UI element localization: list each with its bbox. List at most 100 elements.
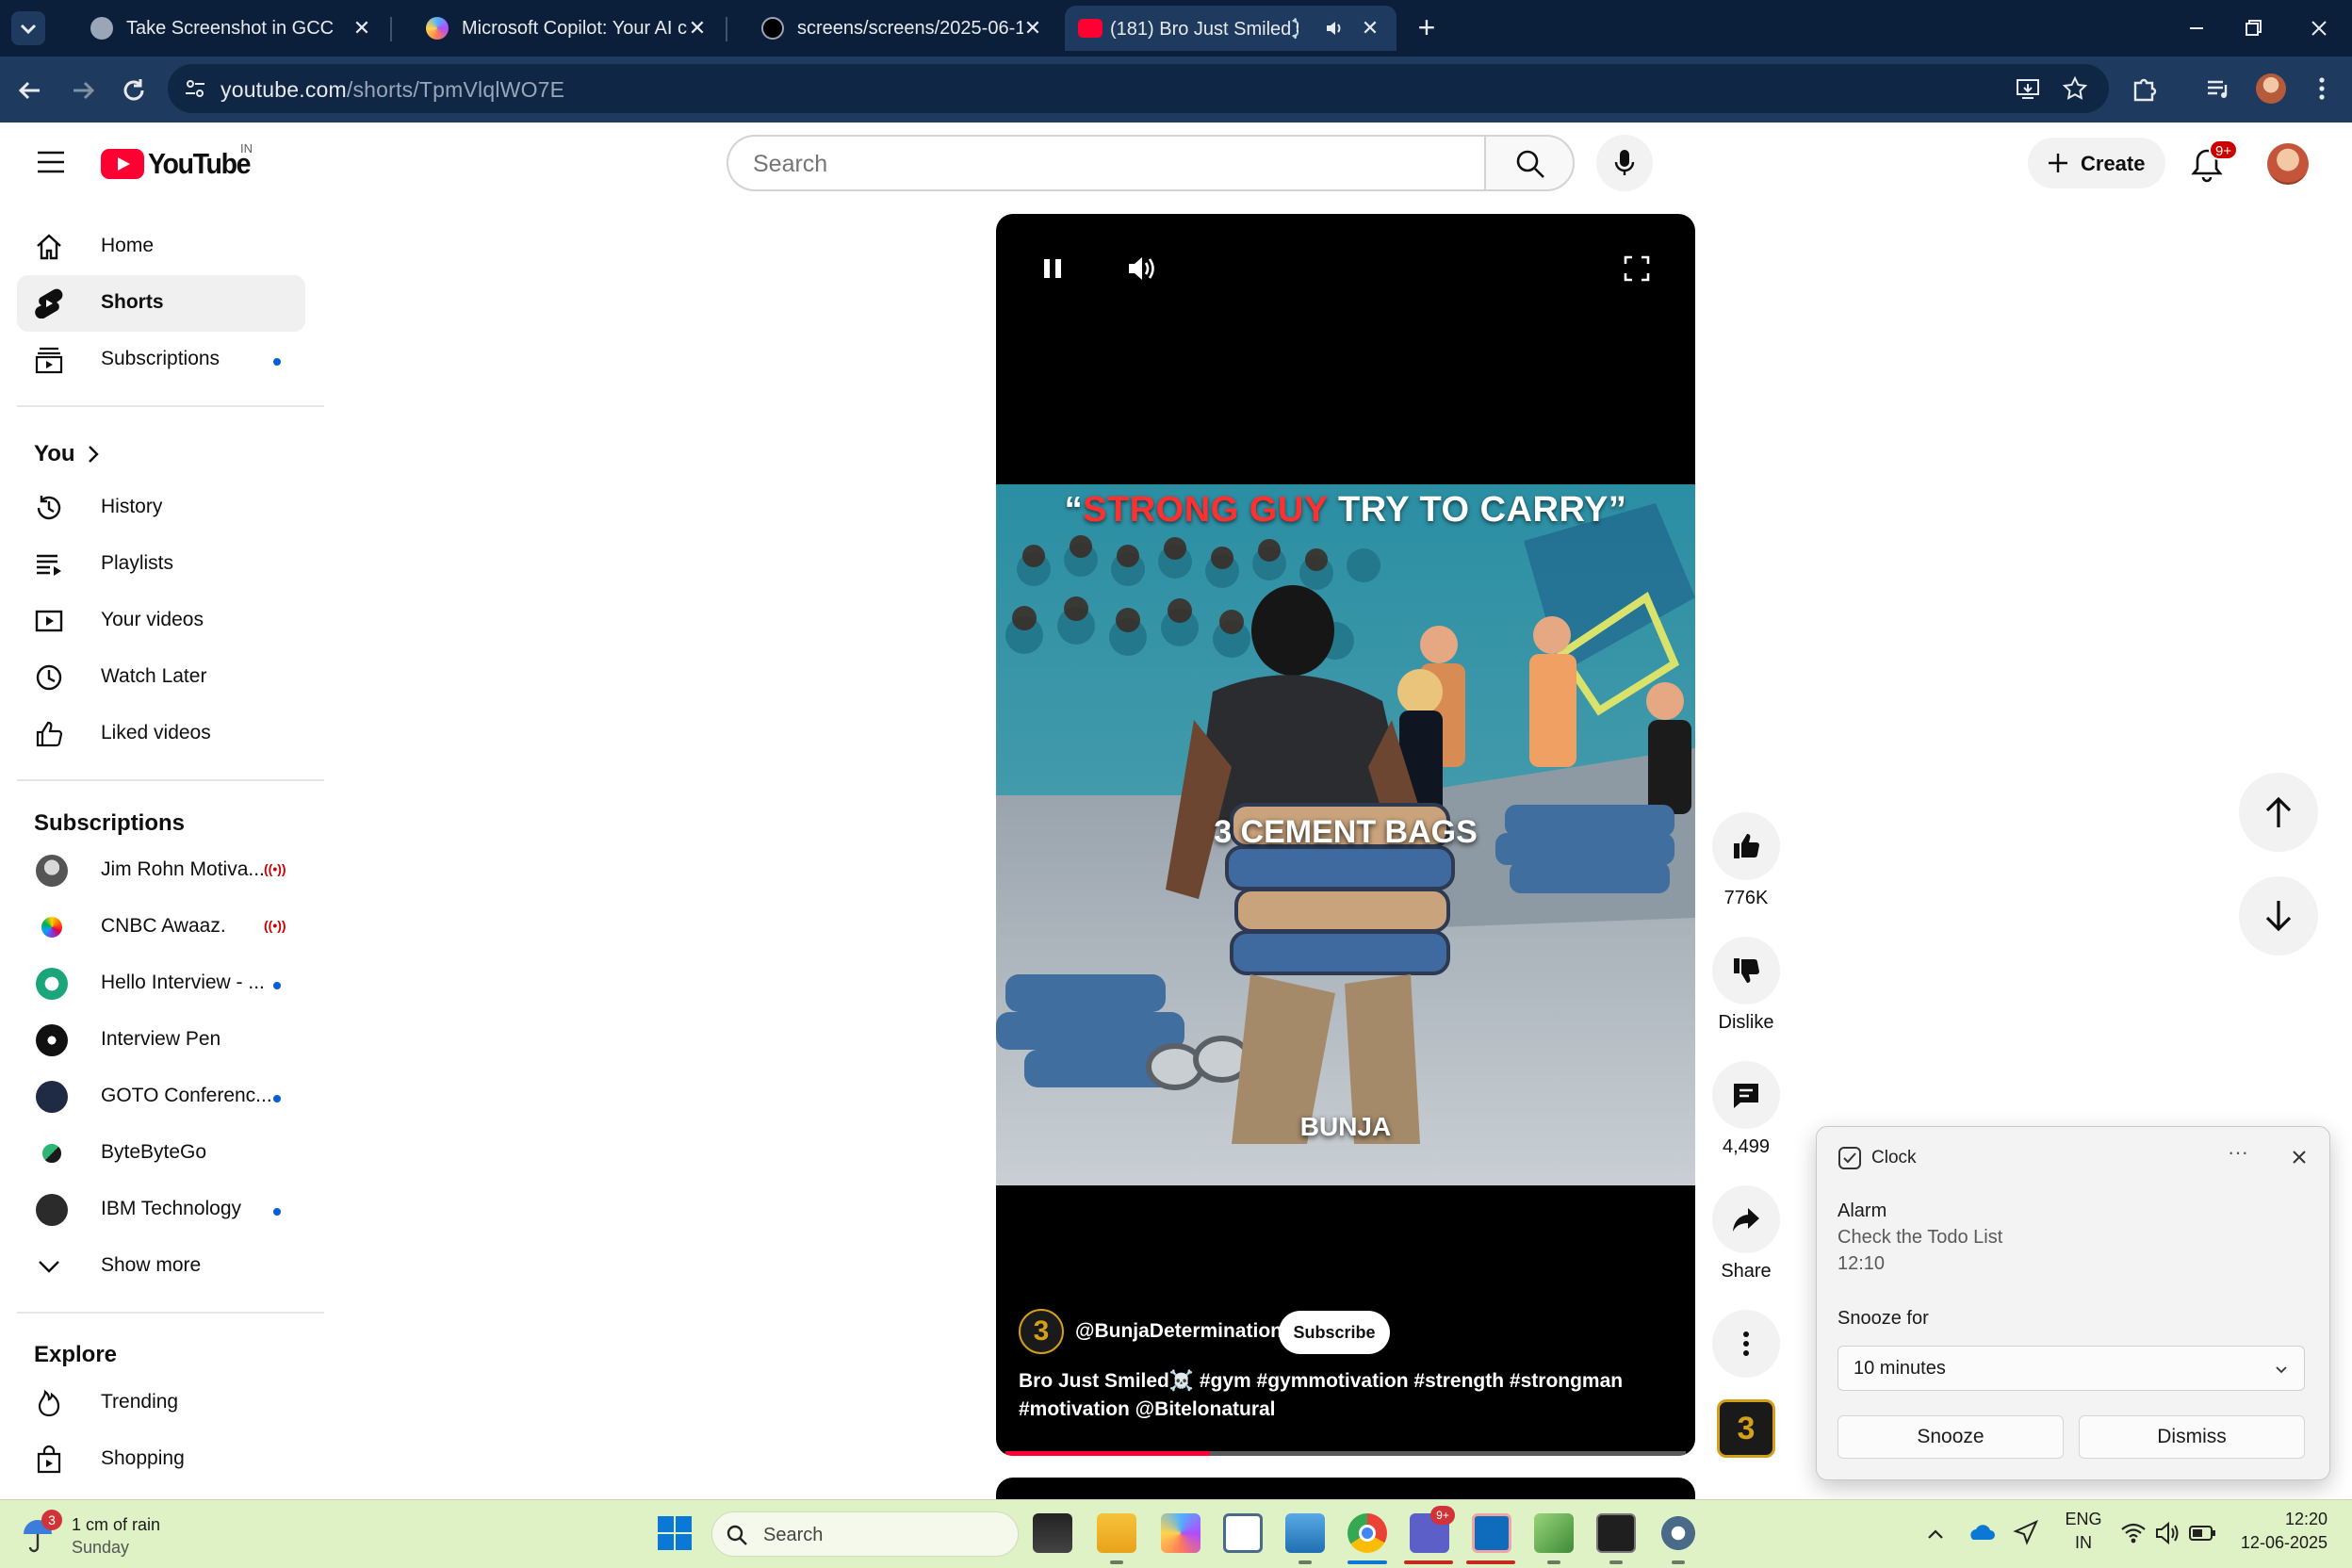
teams-icon[interactable]: 9+ [1410,1506,1455,1553]
install-app-icon[interactable] [2015,75,2041,102]
sidebar-item-watch-later[interactable]: Watch Later [17,649,305,706]
shorts-player[interactable]: “STRONG GUY TRY TO CARRY” 3 CEMENT BAGS … [996,214,1695,1456]
back-button[interactable] [13,74,47,107]
like-button[interactable] [1712,812,1780,880]
volume-icon[interactable] [1126,253,1158,284]
notifications-button[interactable]: 9+ [2186,139,2239,187]
clock[interactable]: 12:20 12-06-2025 [2224,1510,2328,1559]
sidebar-channel[interactable]: CNBC Awaaz. ((•)) [17,899,305,956]
window-app-icon[interactable] [1223,1513,1263,1553]
video-description[interactable]: Bro Just Smiled☠️ #gym #gymmotivation #s… [1019,1367,1669,1424]
sidebar-item-your-videos[interactable]: Your videos [17,593,305,649]
tab-close-icon[interactable]: ✕ [684,15,710,41]
sound-thumbnail[interactable]: 3 [1717,1399,1775,1458]
sidebar-item-playlists[interactable]: Playlists [17,536,305,593]
sidebar-item-history[interactable]: History [17,480,305,536]
sidebar-item-subscriptions[interactable]: Subscriptions [17,332,305,388]
tab-close-icon[interactable]: ✕ [1357,15,1383,41]
search-box[interactable] [727,135,1485,191]
extensions-icon[interactable] [2130,74,2160,104]
browser-tab[interactable]: Take Screenshot in GCC ✕ [57,6,388,51]
task-view-icon[interactable] [1033,1513,1072,1553]
alarm-notification[interactable]: Clock ··· Alarm Check the Todo List 12:1… [1816,1126,2330,1480]
youtube-logo[interactable]: YouTube IN [101,141,261,181]
weather-badge: 3 [41,1510,62,1530]
sidebar-item-liked-videos[interactable]: Liked videos [17,706,305,762]
dislike-button[interactable] [1712,937,1780,1004]
sidebar-channel[interactable]: Jim Rohn Motiva... ((•)) [17,842,305,899]
close-icon[interactable] [2290,1148,2309,1167]
more-actions-button[interactable] [1712,1310,1780,1378]
search-button[interactable] [1484,135,1575,191]
sidebar-item-home[interactable]: Home [17,219,305,275]
chrome-icon[interactable] [1348,1513,1387,1553]
show-more-button[interactable]: Show more [17,1238,305,1295]
browser-tab-active[interactable]: (181) Bro Just Smiled☠️ #g ✕ [1065,6,1396,51]
outlook-icon[interactable] [1472,1513,1511,1553]
hamburger-menu-icon[interactable] [34,147,68,177]
search-input[interactable] [751,150,1411,179]
tab-audio-icon[interactable] [1325,19,1344,38]
address-bar[interactable]: youtube.com/shorts/TpmVlqlWO7E [168,64,2109,113]
profile-avatar[interactable] [2256,74,2286,104]
notification-more-button[interactable]: ··· [2228,1140,2248,1165]
weather-widget[interactable]: 3 1 cm of rain Sunday [21,1510,209,1560]
onedrive-icon[interactable] [1968,1519,1996,1545]
home-icon [37,234,61,260]
microsoft-365-icon[interactable] [1161,1513,1200,1553]
sidebar-channel[interactable]: Hello Interview - ... [17,956,305,1012]
share-button[interactable] [1712,1185,1780,1253]
bookmark-star-icon[interactable] [2062,75,2088,102]
sidebar-item-trending[interactable]: Trending [17,1375,305,1431]
language-indicator[interactable]: ENG IN [2060,1510,2107,1559]
snooze-button[interactable]: Snooze [1838,1415,2064,1459]
forward-button[interactable] [66,74,100,107]
wifi-icon[interactable] [2120,1521,2147,1545]
comments-button[interactable] [1712,1061,1780,1129]
chevron-up-icon[interactable] [1924,1523,1947,1545]
channel-handle[interactable]: @BunjaDetermination [1075,1320,1282,1343]
account-avatar[interactable] [2267,143,2309,185]
settings-gear-icon[interactable] [1658,1513,1698,1553]
browser-tab[interactable]: screens/screens/2025-06-12_05 ✕ [727,6,1059,51]
taskbar-search[interactable]: Search [711,1511,1019,1557]
photos-app-icon[interactable] [1285,1513,1325,1553]
file-explorer-icon[interactable] [1097,1513,1136,1553]
sheets-app-icon[interactable] [1534,1513,1574,1553]
next-short-button[interactable] [2239,876,2318,956]
voice-search-button[interactable] [1596,135,1653,191]
dismiss-button[interactable]: Dismiss [2079,1415,2305,1459]
terminal-icon[interactable] [1596,1513,1636,1553]
pause-icon[interactable] [1039,255,1066,282]
window-close-button[interactable] [2295,9,2343,47]
subscribe-button[interactable]: Subscribe [1279,1311,1390,1354]
sidebar-channel[interactable]: ByteByteGo [17,1125,305,1182]
location-icon[interactable] [2013,1519,2039,1545]
tab-search-button[interactable] [11,11,45,45]
browser-tab[interactable]: Microsoft Copilot: Your AI comp ✕ [392,6,724,51]
progress-bar[interactable] [1005,1451,1686,1456]
battery-icon[interactable] [2188,1523,2216,1544]
window-minimize-button[interactable] [2173,9,2220,47]
create-button[interactable]: Create [2028,138,2165,188]
browser-menu-icon[interactable] [2311,74,2333,104]
sidebar-item-shopping[interactable]: Shopping [17,1431,305,1488]
sidebar-channel[interactable]: GOTO Conferenc... [17,1069,305,1125]
fullscreen-icon[interactable] [1622,253,1652,284]
previous-short-button[interactable] [2239,773,2318,852]
new-tab-button[interactable]: + [1408,9,1446,47]
tab-close-icon[interactable]: ✕ [1020,15,1046,41]
sidebar-channel[interactable]: IBM Technology [17,1182,305,1238]
reload-button[interactable] [117,74,151,107]
video-frame[interactable]: “STRONG GUY TRY TO CARRY” 3 CEMENT BAGS … [996,484,1695,1185]
sidebar-item-shorts[interactable]: Shorts [17,275,305,332]
window-restore-button[interactable] [2230,9,2277,47]
snooze-duration-select[interactable]: 10 minutes [1838,1346,2305,1391]
channel-avatar[interactable]: 3 [1019,1309,1064,1354]
sidebar-channel[interactable]: Interview Pen [17,1012,305,1069]
windows-start-icon[interactable] [657,1515,693,1551]
media-control-icon[interactable] [2203,74,2233,104]
sidebar-you-header[interactable]: You [17,430,305,477]
tab-close-icon[interactable]: ✕ [349,15,375,41]
speaker-icon[interactable] [2154,1521,2180,1545]
